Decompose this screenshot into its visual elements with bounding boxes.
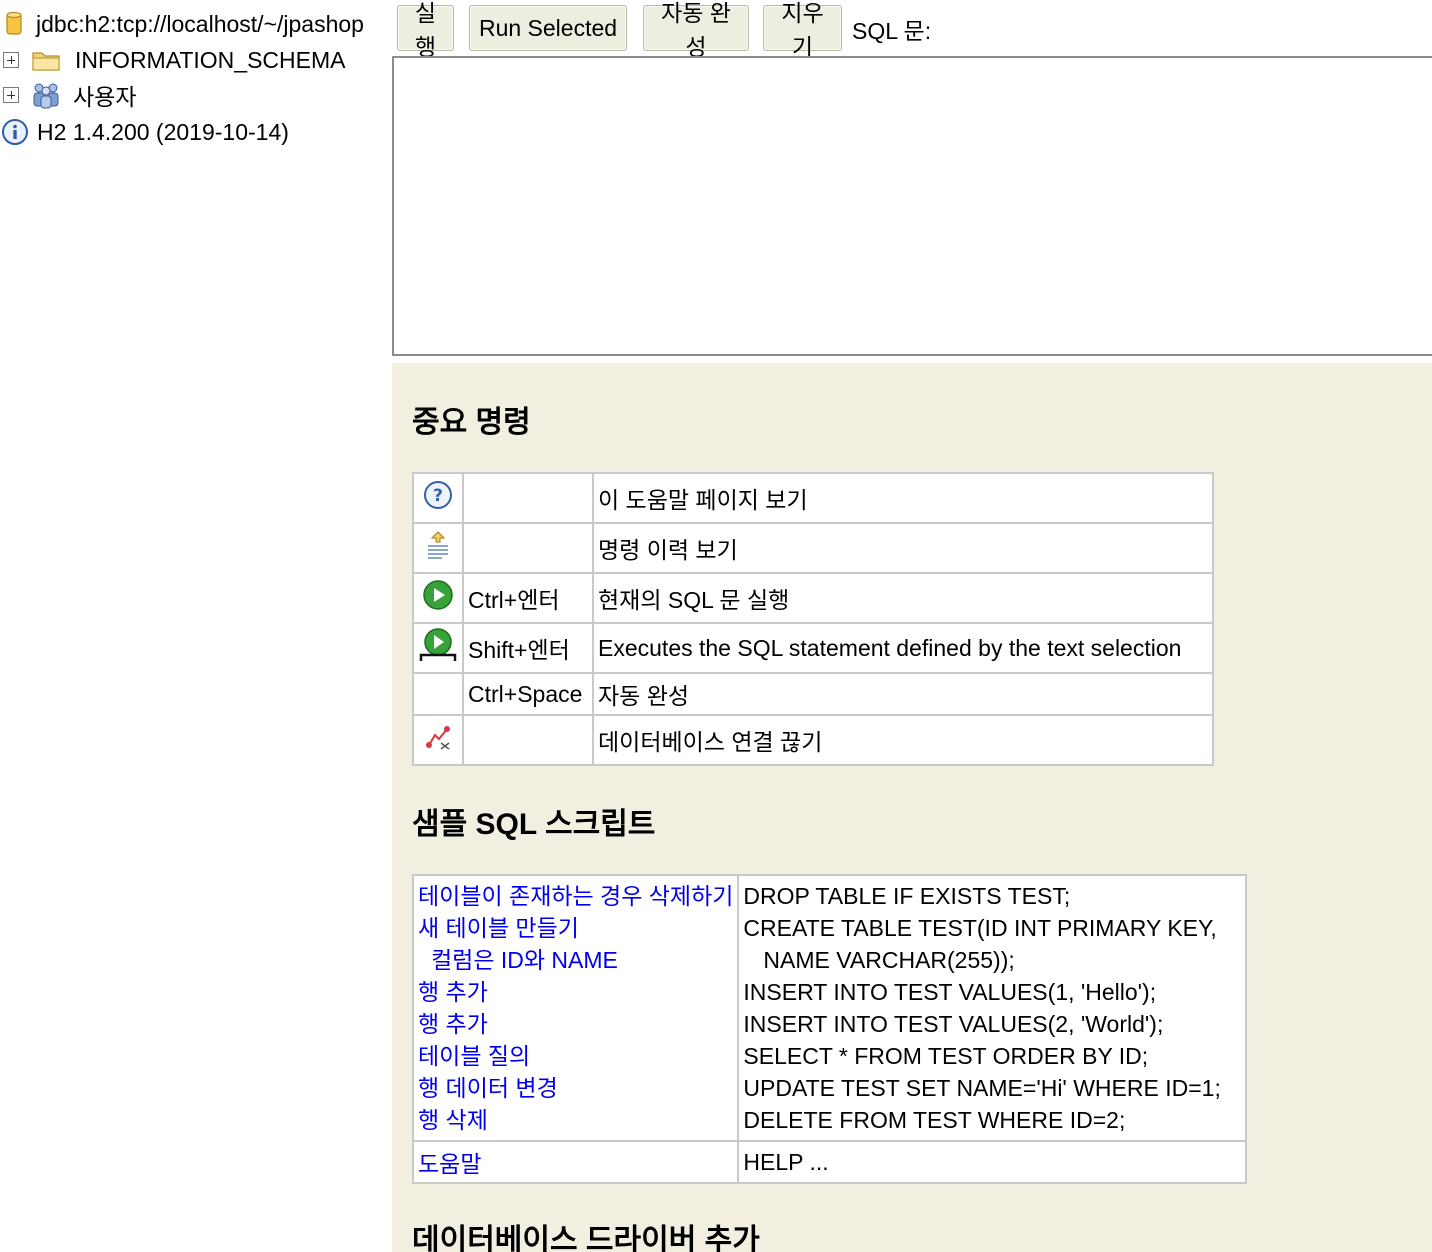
sample-sql-line: INSERT INTO TEST VALUES(2, 'World'); — [743, 1011, 1164, 1037]
sample-link-drop[interactable]: 테이블이 존재하는 경우 삭제하기 — [418, 876, 733, 909]
command-desc: 명령 이력 보기 — [592, 522, 1214, 574]
sample-link-update[interactable]: 행 데이터 변경 — [418, 1068, 733, 1101]
svg-text:?: ? — [433, 486, 443, 506]
sample-link-select[interactable]: 테이블 질의 — [418, 1036, 733, 1069]
table-row: 명령 이력 보기 — [412, 522, 1214, 574]
tree-item-users[interactable]: 사용자 — [0, 77, 136, 113]
sample-sql-line: SELECT * FROM TEST ORDER BY ID; — [743, 1043, 1149, 1069]
clear-button[interactable]: 지우기 — [763, 0, 842, 60]
help-icon-cell: ? — [412, 472, 464, 524]
command-desc: 자동 완성 — [592, 672, 1214, 716]
command-key: Ctrl+엔터 — [462, 572, 594, 624]
run-icon-cell — [412, 572, 464, 624]
users-label: 사용자 — [73, 84, 137, 110]
expand-icon[interactable] — [3, 52, 19, 68]
info-icon — [1, 118, 29, 146]
table-row: 데이터베이스 연결 끊기 — [412, 714, 1214, 766]
command-key: Shift+엔터 — [462, 622, 594, 674]
sample-sql-title: 샘플 SQL 스크립트 — [412, 808, 656, 841]
tree-item-information-schema[interactable]: INFORMATION_SCHEMA — [0, 42, 345, 78]
table-row: 테이블이 존재하는 경우 삭제하기 새 테이블 만들기 컬럼은 ID와 NAME… — [411, 874, 1248, 1142]
commands-table: ? 이 도움말 페이지 보기 명령 이력 보기 Ctrl+엔터 현재의 SQL … — [412, 472, 1214, 766]
sql-input[interactable] — [392, 56, 1432, 356]
command-key — [462, 472, 594, 524]
users-icon — [31, 81, 61, 109]
connection-url: jdbc:h2:tcp://localhost/~/jpashop — [36, 10, 364, 37]
table-row: 도움말 HELP ... — [411, 1140, 1248, 1184]
sample-sql-line: UPDATE TEST SET NAME='Hi' WHERE ID=1; — [743, 1075, 1221, 1101]
table-row: Ctrl+엔터 현재의 SQL 문 실행 — [412, 572, 1214, 624]
run-icon[interactable] — [422, 579, 454, 611]
history-icon-cell — [412, 522, 464, 574]
run-button[interactable]: 실행 — [397, 0, 454, 60]
table-row: ? 이 도움말 페이지 보기 — [412, 472, 1214, 524]
schema-label: INFORMATION_SCHEMA — [75, 46, 346, 73]
sample-sql-line: INSERT INTO TEST VALUES(1, 'Hello'); — [743, 979, 1157, 1005]
command-desc: 현재의 SQL 문 실행 — [592, 572, 1214, 624]
command-key — [462, 522, 594, 574]
tree-item-version: H2 1.4.200 (2019-10-14) — [0, 114, 289, 150]
command-key — [462, 714, 594, 766]
run-selected-icon-cell — [412, 622, 464, 674]
sample-sql-line: DROP TABLE IF EXISTS TEST; — [743, 883, 1071, 909]
sample-sql-line: CREATE TABLE TEST(ID INT PRIMARY KEY, — [743, 915, 1217, 941]
sample-link-insert-1[interactable]: 행 추가 — [418, 972, 733, 1005]
sample-link-create[interactable]: 새 테이블 만들기 — [418, 908, 733, 941]
help-link-cell: 도움말 — [411, 1140, 740, 1184]
auto-complete-button[interactable]: 자동 완성 — [643, 0, 749, 60]
command-desc: 데이터베이스 연결 끊기 — [592, 714, 1214, 766]
tree-item-connection[interactable]: jdbc:h2:tcp://localhost/~/jpashop — [0, 6, 364, 42]
sample-labels-cell: 테이블이 존재하는 경우 삭제하기 새 테이블 만들기 컬럼은 ID와 NAME… — [411, 874, 740, 1142]
sample-link-insert-2[interactable]: 행 추가 — [418, 1004, 733, 1037]
expand-icon[interactable] — [3, 87, 19, 103]
sample-link-columns[interactable]: 컬럼은 ID와 NAME — [418, 940, 733, 973]
run-selected-button[interactable]: Run Selected — [469, 5, 627, 51]
object-tree: jdbc:h2:tcp://localhost/~/jpashop INFORM… — [0, 0, 392, 1252]
sample-sql-cell: DROP TABLE IF EXISTS TEST; CREATE TABLE … — [737, 874, 1248, 1142]
history-icon[interactable] — [424, 529, 452, 561]
version-label: H2 1.4.200 (2019-10-14) — [37, 118, 289, 145]
run-selected-icon[interactable] — [418, 627, 458, 663]
table-row: Ctrl+Space 자동 완성 — [412, 672, 1214, 716]
command-key: Ctrl+Space — [462, 672, 594, 716]
help-icon[interactable]: ? — [423, 480, 453, 510]
database-icon — [6, 11, 22, 37]
help-link[interactable]: 도움말 — [418, 1151, 481, 1177]
sample-sql-line: DELETE FROM TEST WHERE ID=2; — [743, 1107, 1126, 1133]
toolbar: 실행 Run Selected 자동 완성 지우기 SQL 문: — [392, 0, 1432, 60]
table-row: Shift+엔터 Executes the SQL statement defi… — [412, 622, 1214, 674]
command-desc: Executes the SQL statement defined by th… — [592, 622, 1214, 674]
sample-link-delete[interactable]: 행 삭제 — [418, 1100, 733, 1133]
important-commands-title: 중요 명령 — [412, 406, 531, 439]
sample-sql-line: NAME VARCHAR(255)); — [763, 947, 1015, 973]
help-panel: 중요 명령 ? 이 도움말 페이지 보기 명령 이력 보기 Ctrl+엔터 현재… — [392, 363, 1432, 1252]
sample-sql-table: 테이블이 존재하는 경우 삭제하기 새 테이블 만들기 컬럼은 ID와 NAME… — [411, 874, 1248, 1184]
command-desc: 이 도움말 페이지 보기 — [592, 472, 1214, 524]
disconnect-icon[interactable] — [423, 723, 453, 751]
disconnect-icon-cell — [412, 714, 464, 766]
help-sql-cell: HELP ... — [737, 1140, 1248, 1184]
folder-icon — [31, 48, 61, 72]
empty-icon-cell — [412, 672, 464, 716]
sql-statement-label: SQL 문: — [852, 18, 932, 44]
add-driver-title: 데이터베이스 드라이버 추가 — [412, 1224, 760, 1252]
